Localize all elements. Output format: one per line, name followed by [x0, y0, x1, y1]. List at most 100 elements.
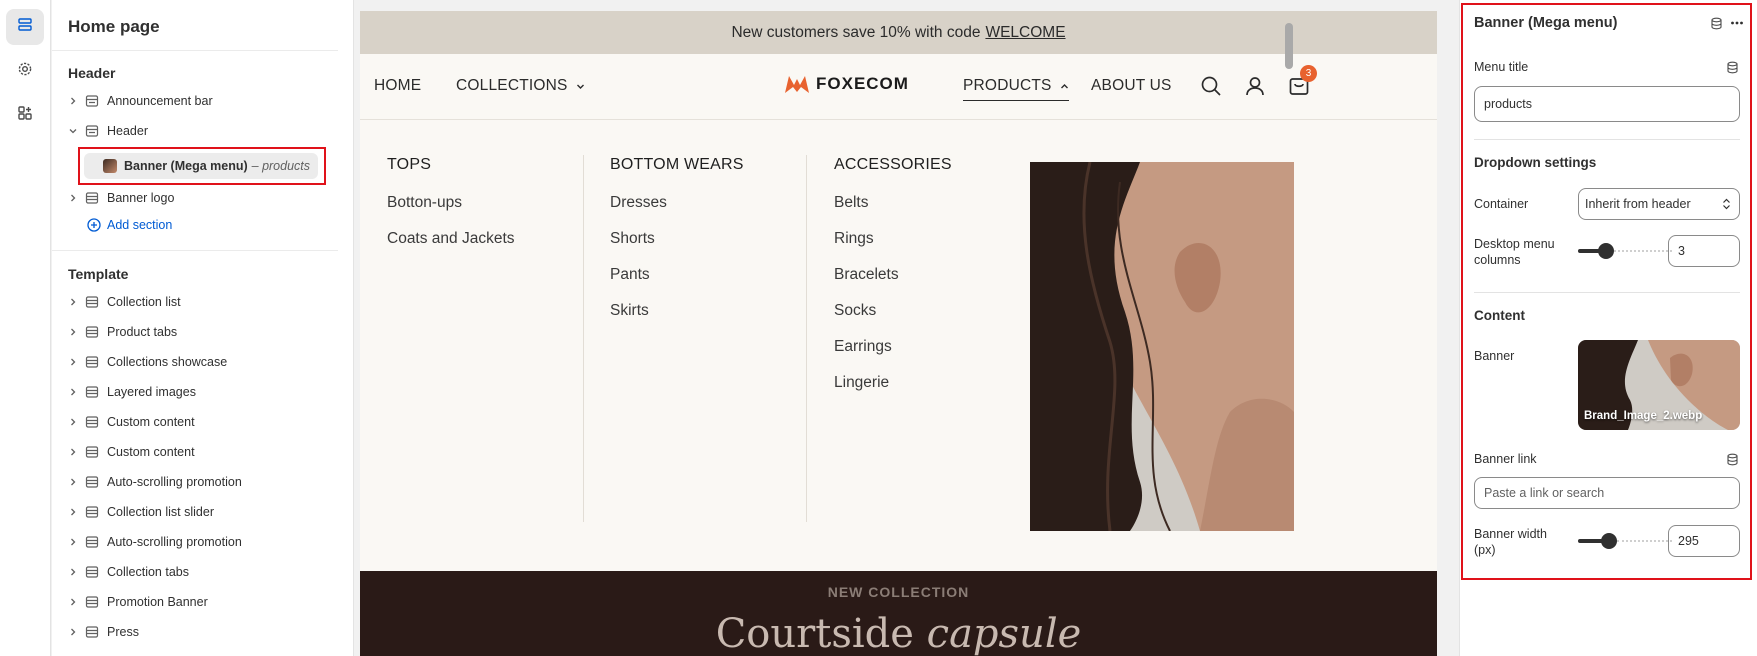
divider — [1474, 292, 1740, 293]
mega-link[interactable]: Shorts — [610, 230, 744, 266]
promo-code-link[interactable]: WELCOME — [985, 24, 1065, 42]
chevron-right-icon[interactable] — [66, 191, 80, 205]
mega-link[interactable]: Bracelets — [834, 266, 952, 302]
select-arrows-icon — [1722, 198, 1731, 210]
section-icon — [84, 474, 100, 490]
banner-width-label: Banner width (px) — [1474, 527, 1547, 557]
slider-track — [1614, 250, 1672, 252]
template-section-item[interactable]: Collections showcase — [66, 349, 328, 375]
nav-collections[interactable]: COLLECTIONS — [456, 77, 585, 95]
mega-menu-banner-image[interactable] — [1030, 162, 1294, 531]
nav-collections-label: COLLECTIONS — [456, 77, 568, 94]
banner-width-input[interactable]: 295 — [1668, 525, 1740, 557]
template-section-item[interactable]: Custom content — [66, 439, 328, 465]
template-section-item[interactable]: Product tabs — [66, 319, 328, 345]
template-section-item[interactable]: Auto-scrolling promotion — [66, 529, 328, 555]
divider — [52, 250, 338, 251]
mega-link[interactable]: Earrings — [834, 338, 952, 374]
desktop-columns-input[interactable]: 3 — [1668, 235, 1740, 267]
content-heading: Content — [1474, 308, 1525, 323]
section-icon — [84, 594, 100, 610]
menu-title-input[interactable]: products — [1474, 86, 1740, 122]
mega-column-heading[interactable]: TOPS — [387, 156, 515, 174]
section-label: Collection list — [107, 295, 181, 309]
banner-width-slider[interactable] — [1578, 531, 1672, 551]
app-embeds-button[interactable] — [6, 97, 44, 133]
nav-about-us[interactable]: ABOUT US — [1091, 77, 1172, 95]
chevron-right-icon[interactable] — [66, 625, 80, 639]
dynamic-source-icon[interactable] — [1724, 451, 1740, 467]
container-label: Container — [1474, 197, 1529, 211]
template-section-item[interactable]: Collection list — [66, 289, 328, 315]
add-section-button[interactable]: Add section — [87, 218, 172, 232]
block-banner-mega-menu[interactable]: Banner (Mega menu) – products — [84, 153, 318, 179]
template-section-item[interactable]: Layered images — [66, 379, 328, 405]
banner-link-input[interactable]: Paste a link or search — [1474, 477, 1740, 509]
chevron-right-icon[interactable] — [66, 505, 80, 519]
block-settings-panel: Banner (Mega menu) Menu title products D… — [1459, 0, 1757, 656]
theme-settings-button[interactable] — [6, 53, 44, 89]
chevron-right-icon[interactable] — [66, 355, 80, 369]
chevron-right-icon[interactable] — [66, 535, 80, 549]
section-label: Banner logo — [107, 191, 175, 205]
mega-link[interactable]: Lingerie — [834, 374, 952, 410]
chevron-right-icon[interactable] — [66, 295, 80, 309]
mega-link[interactable]: Coats and Jackets — [387, 230, 515, 266]
store-logo[interactable]: FOXECOM — [784, 73, 909, 95]
mega-column-accessories: ACCESSORIES Belts Rings Bracelets Socks … — [834, 156, 952, 410]
banner-image-picker[interactable]: Brand_Image_2.webp — [1578, 340, 1740, 430]
announcement-text: New customers save 10% with code — [731, 23, 981, 41]
chevron-right-icon[interactable] — [66, 565, 80, 579]
template-section-item[interactable]: Promotion Banner — [66, 589, 328, 615]
preview-scrollbar[interactable] — [1285, 23, 1293, 69]
section-icon — [84, 190, 100, 206]
banner-link-label: Banner link — [1474, 452, 1537, 466]
dynamic-source-icon[interactable] — [1724, 59, 1740, 75]
header-group-title: Header — [68, 65, 116, 81]
desktop-columns-slider[interactable] — [1578, 241, 1672, 261]
slider-knob[interactable] — [1601, 533, 1617, 549]
section-label: Auto-scrolling promotion — [107, 535, 242, 549]
mega-link[interactable]: Belts — [834, 194, 952, 230]
theme-editor: Home page Header Announcement bar Header… — [0, 0, 1757, 656]
nav-products[interactable]: PRODUCTS — [963, 77, 1069, 101]
sections-nav-button[interactable] — [6, 9, 44, 45]
mega-link[interactable]: Socks — [834, 302, 952, 338]
account-icon[interactable] — [1243, 74, 1267, 98]
dynamic-source-icon[interactable] — [1708, 15, 1724, 31]
chevron-right-icon[interactable] — [66, 475, 80, 489]
container-select[interactable]: Inherit from header — [1578, 188, 1740, 220]
section-label: Auto-scrolling promotion — [107, 475, 242, 489]
section-icon — [84, 534, 100, 550]
template-section-item[interactable]: Collection tabs — [66, 559, 328, 585]
mega-link[interactable]: Rings — [834, 230, 952, 266]
mega-link[interactable]: Dresses — [610, 194, 744, 230]
section-header[interactable]: Header — [66, 118, 328, 144]
chevron-right-icon[interactable] — [66, 325, 80, 339]
section-label: Custom content — [107, 415, 195, 429]
template-section-item[interactable]: Auto-scrolling promotion — [66, 469, 328, 495]
fox-logo-icon — [784, 73, 810, 95]
settings-title: Banner (Mega menu) — [1474, 15, 1618, 31]
chevron-right-icon[interactable] — [66, 385, 80, 399]
section-announcement-bar[interactable]: Announcement bar — [66, 88, 328, 114]
more-options-icon[interactable] — [1729, 15, 1745, 31]
template-section-item[interactable]: Collection list slider — [66, 499, 328, 525]
chevron-right-icon[interactable] — [66, 415, 80, 429]
chevron-right-icon[interactable] — [66, 445, 80, 459]
section-label: Collections showcase — [107, 355, 228, 369]
search-icon[interactable] — [1199, 74, 1223, 98]
section-banner-logo[interactable]: Banner logo — [66, 185, 328, 211]
chevron-right-icon[interactable] — [66, 595, 80, 609]
mega-column-heading[interactable]: BOTTOM WEARS — [610, 156, 744, 174]
template-section-item[interactable]: Press — [66, 619, 328, 645]
mega-link[interactable]: Skirts — [610, 302, 744, 338]
mega-link[interactable]: Pants — [610, 266, 744, 302]
template-section-item[interactable]: Custom content — [66, 409, 328, 435]
mega-column-heading[interactable]: ACCESSORIES — [834, 156, 952, 174]
nav-home[interactable]: HOME — [374, 77, 421, 95]
chevron-down-icon[interactable] — [66, 124, 80, 138]
mega-link[interactable]: Botton-ups — [387, 194, 515, 230]
slider-knob[interactable] — [1598, 243, 1614, 259]
chevron-right-icon[interactable] — [66, 94, 80, 108]
